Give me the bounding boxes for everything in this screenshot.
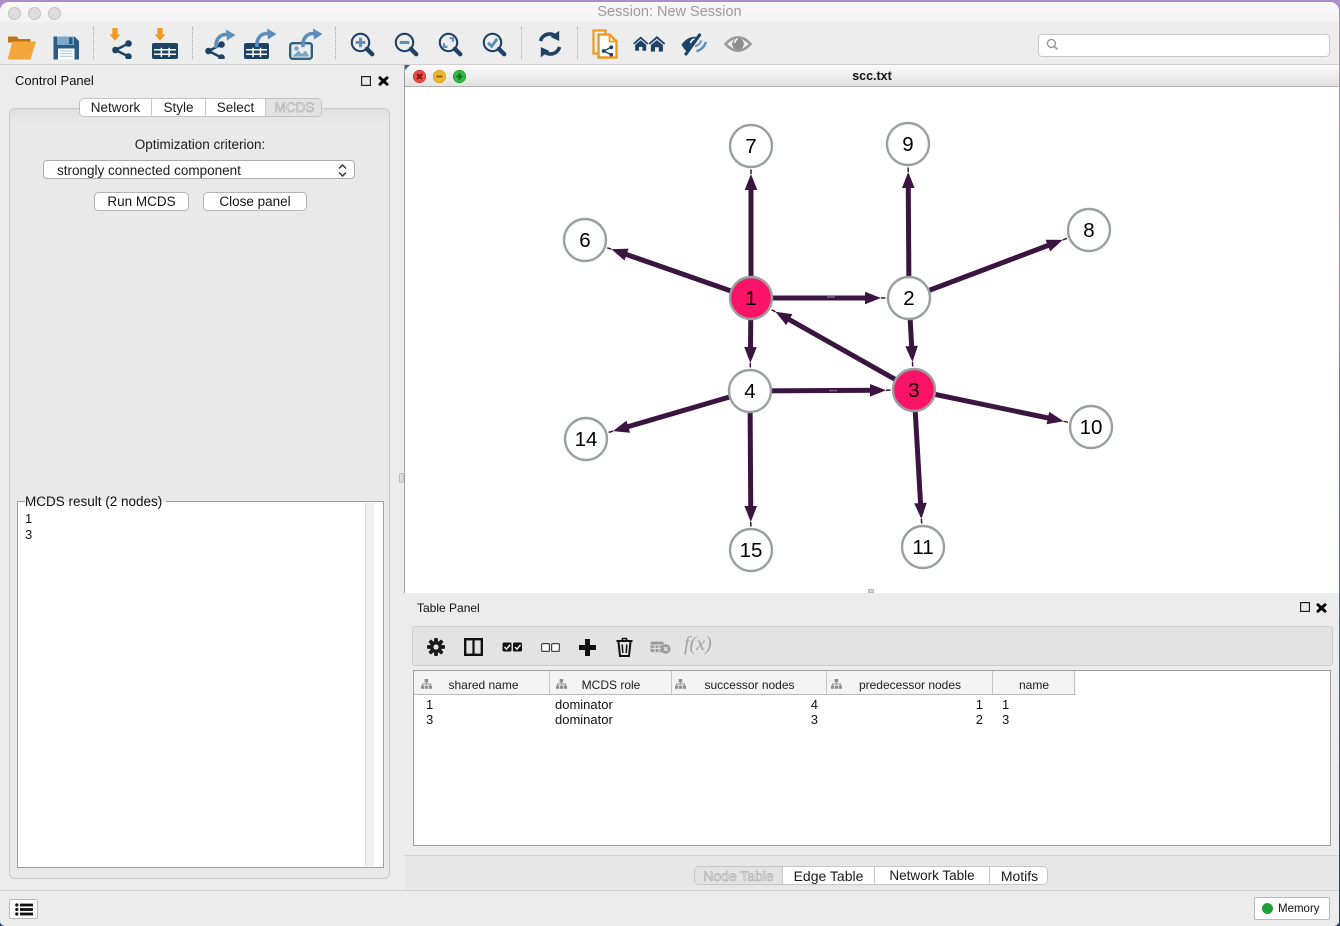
- svg-text:11: 11: [912, 536, 933, 559]
- svg-text:7: 7: [745, 135, 756, 158]
- svg-text:1: 1: [745, 287, 756, 310]
- svg-text:8: 8: [1083, 219, 1094, 242]
- svg-text:9: 9: [902, 133, 913, 156]
- svg-text:3: 3: [908, 379, 919, 402]
- svg-text:14: 14: [575, 428, 598, 451]
- svg-text:10: 10: [1080, 416, 1103, 439]
- svg-text:6: 6: [579, 229, 590, 252]
- svg-text:4: 4: [744, 380, 755, 403]
- svg-text:15: 15: [740, 539, 763, 562]
- svg-text:2: 2: [903, 287, 914, 310]
